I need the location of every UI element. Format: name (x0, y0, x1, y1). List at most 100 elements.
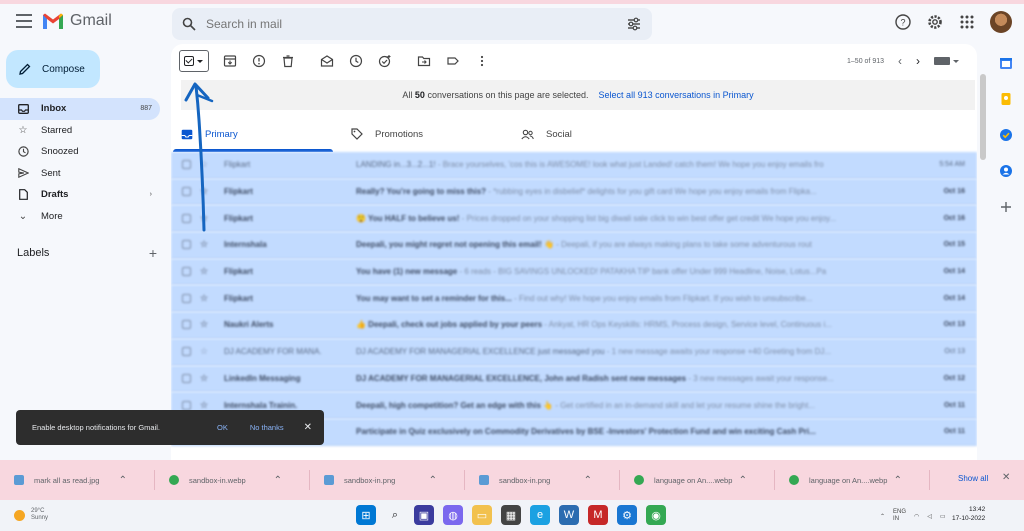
settings-gear-icon[interactable] (926, 13, 944, 31)
calendar-icon[interactable] (999, 56, 1013, 70)
download-options-icon[interactable]: ⌃ (894, 475, 902, 486)
row-checkbox[interactable] (182, 240, 191, 250)
star-icon[interactable]: ☆ (200, 346, 210, 357)
search-bar[interactable] (172, 8, 652, 40)
row-checkbox[interactable] (182, 400, 191, 410)
toast-no-thanks-button[interactable]: No thanks (250, 423, 284, 432)
mcafee-icon[interactable]: M (588, 505, 608, 525)
email-row[interactable]: ☆ Flipkart LANDING in...3...2...1! - Brace… (171, 152, 977, 179)
sidebar-item-sent[interactable]: Sent (0, 163, 160, 185)
download-options-icon[interactable]: ⌃ (739, 475, 747, 486)
caret-down-icon[interactable] (197, 59, 203, 63)
windows-start-icon[interactable]: ⊞ (356, 505, 376, 525)
file-explorer-icon[interactable]: ▭ (472, 505, 492, 525)
weather-widget[interactable]: 29°C Sunny (14, 508, 48, 522)
email-row[interactable]: ☆ DJ ACADEMY FOR MANA. DJ ACADEMY FOR MANA… (171, 338, 977, 366)
edge-browser-icon[interactable]: e (530, 505, 550, 525)
sidebar-item-drafts[interactable]: Drafts › (0, 184, 160, 206)
apps-grid-icon[interactable] (958, 13, 976, 31)
task-view-icon[interactable]: ▣ (414, 505, 434, 525)
tab-promotions[interactable]: Promotions (341, 116, 511, 152)
row-checkbox[interactable] (182, 160, 191, 170)
email-row[interactable]: ☆ Internshala Deepali, you might regret no… (171, 232, 977, 259)
word-icon[interactable]: W (559, 505, 579, 525)
download-item[interactable]: sandbox-in.png ⌃ (310, 460, 465, 500)
download-item[interactable]: language on An....webp ⌃ (775, 460, 930, 500)
toast-ok-button[interactable]: OK (217, 423, 228, 432)
download-options-icon[interactable]: ⌃ (584, 475, 592, 486)
star-icon[interactable]: ☆ (200, 239, 210, 250)
download-options-icon[interactable]: ⌃ (119, 475, 127, 486)
tab-social[interactable]: Social (511, 116, 681, 152)
settings-app-icon[interactable]: ⚙ (617, 505, 637, 525)
sidebar-item-starred[interactable]: ☆ Starred (0, 120, 160, 142)
sidebar-item-snoozed[interactable]: Snoozed (0, 141, 160, 163)
sidebar-item-more[interactable]: ⌄ More (0, 206, 160, 228)
gmail-logo[interactable]: Gmail (42, 12, 112, 30)
download-item[interactable]: mark all as read.jpg ⌃ (0, 460, 155, 500)
tasks-icon[interactable] (999, 128, 1013, 142)
label-tag-icon[interactable] (446, 54, 460, 68)
contacts-icon[interactable] (999, 164, 1013, 178)
email-row[interactable]: ☆ LinkedIn Messaging DJ ACADEMY FOR MANAGE… (171, 365, 977, 393)
add-to-tasks-icon[interactable] (378, 54, 392, 68)
delete-trash-icon[interactable] (281, 54, 295, 68)
star-icon[interactable]: ☆ (200, 400, 210, 411)
row-checkbox[interactable] (182, 187, 191, 197)
select-all-checkbox[interactable] (179, 50, 209, 72)
keep-icon[interactable] (999, 92, 1013, 106)
email-row[interactable]: ☆ Flipkart You have (1) new message - 6 re… (171, 258, 977, 286)
store-icon[interactable]: ▦ (501, 505, 521, 525)
add-addon-icon[interactable] (999, 200, 1013, 214)
input-tools-button[interactable] (934, 57, 959, 65)
row-checkbox[interactable] (182, 267, 191, 277)
download-item[interactable]: sandbox-in.webp ⌃ (155, 460, 310, 500)
download-item[interactable]: language on An....webp ⌃ (620, 460, 775, 500)
row-checkbox[interactable] (182, 293, 191, 303)
more-options-icon[interactable] (475, 54, 489, 68)
search-options-icon[interactable] (626, 16, 642, 32)
email-row[interactable]: ☆ Naukri Alerts 👍 Deepali, check out jobs … (171, 312, 977, 339)
email-row[interactable]: ☆ Flipkart 😲 You HALF to believe us! - Pri… (171, 205, 977, 233)
download-item[interactable]: sandbox-in.png ⌃ (465, 460, 620, 500)
older-chevron-right-icon[interactable]: › (916, 54, 920, 68)
downloads-close-icon[interactable]: ✕ (1002, 472, 1010, 483)
star-icon[interactable]: ☆ (200, 159, 210, 170)
star-icon[interactable]: ☆ (200, 213, 210, 224)
report-spam-icon[interactable] (252, 54, 266, 68)
system-clock[interactable]: 13:42 17-10-2022 (952, 505, 985, 523)
star-icon[interactable]: ☆ (200, 293, 210, 304)
email-row[interactable]: ☆ Flipkart You may want to set a reminder … (171, 285, 977, 313)
wifi-icon[interactable]: ◠ (914, 513, 919, 520)
help-icon[interactable]: ? (894, 13, 912, 31)
tab-primary[interactable]: Primary (171, 116, 341, 152)
download-options-icon[interactable]: ⌃ (274, 475, 282, 486)
sidebar-item-inbox[interactable]: Inbox 887 (0, 98, 160, 120)
chrome-taskbar-icon[interactable]: ◉ (646, 505, 666, 525)
row-checkbox[interactable] (182, 373, 191, 383)
select-all-link[interactable]: Select all 913 conversations in Primary (599, 90, 754, 100)
chat-icon[interactable]: ◍ (443, 505, 463, 525)
snooze-clock-icon[interactable] (349, 54, 363, 68)
taskbar-search-icon[interactable]: ⌕ (385, 505, 405, 525)
row-checkbox[interactable] (182, 320, 191, 330)
search-input[interactable] (206, 17, 626, 31)
menu-icon[interactable] (16, 14, 32, 28)
star-icon[interactable]: ☆ (200, 373, 210, 384)
archive-icon[interactable] (223, 54, 237, 68)
search-icon[interactable] (182, 17, 196, 31)
tray-chevron-up-icon[interactable]: ⌃ (880, 513, 885, 520)
row-checkbox[interactable] (182, 347, 191, 357)
email-row[interactable]: ☆ Flipkart Really? You're going to miss th… (171, 178, 977, 206)
add-label-icon[interactable]: + (149, 245, 157, 261)
account-avatar[interactable] (990, 11, 1012, 33)
compose-button[interactable]: Compose (6, 50, 100, 88)
newer-chevron-left-icon[interactable]: ‹ (898, 54, 902, 68)
row-checkbox[interactable] (182, 213, 191, 223)
language-indicator[interactable]: ENG IN (893, 509, 906, 523)
move-to-folder-icon[interactable] (417, 54, 431, 68)
scrollbar[interactable] (980, 74, 986, 160)
star-icon[interactable]: ☆ (200, 266, 210, 277)
toast-close-icon[interactable]: ✕ (304, 422, 312, 433)
star-icon[interactable]: ☆ (200, 186, 210, 197)
